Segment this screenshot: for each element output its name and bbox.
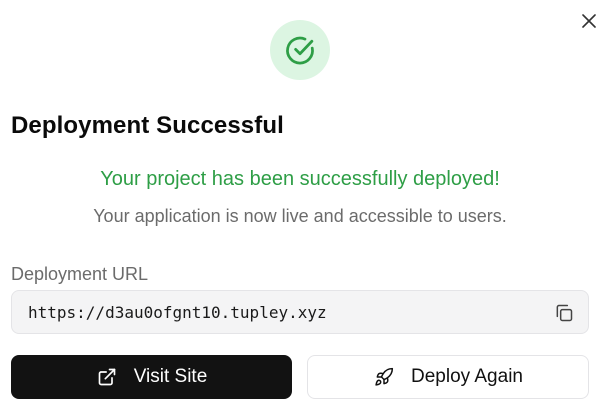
deploy-again-label: Deploy Again xyxy=(411,366,523,387)
deployment-url-text[interactable]: https://d3au0ofgnt10.tupley.xyz xyxy=(28,303,327,322)
copy-icon xyxy=(556,304,573,322)
status-description: Your application is now live and accessi… xyxy=(93,206,507,226)
external-link-icon xyxy=(96,366,118,388)
deployment-url-field: https://d3au0ofgnt10.tupley.xyz xyxy=(11,290,589,334)
close-button[interactable] xyxy=(578,10,600,32)
check-circle-icon xyxy=(286,36,314,65)
copy-url-button[interactable] xyxy=(552,301,576,325)
visit-site-label: Visit Site xyxy=(133,366,208,387)
success-indicator xyxy=(270,20,330,80)
success-message: Your project has been successfully deplo… xyxy=(100,168,500,190)
visit-site-button[interactable]: Visit Site xyxy=(11,355,292,399)
dialog-title: Deployment Successful xyxy=(11,112,284,139)
deployment-success-dialog: Deployment Successful Your project has b… xyxy=(0,0,610,418)
deployment-url-label: Deployment URL xyxy=(11,264,149,284)
deploy-again-button[interactable]: Deploy Again xyxy=(307,355,589,399)
rocket-icon xyxy=(373,366,395,388)
close-icon xyxy=(582,14,596,28)
